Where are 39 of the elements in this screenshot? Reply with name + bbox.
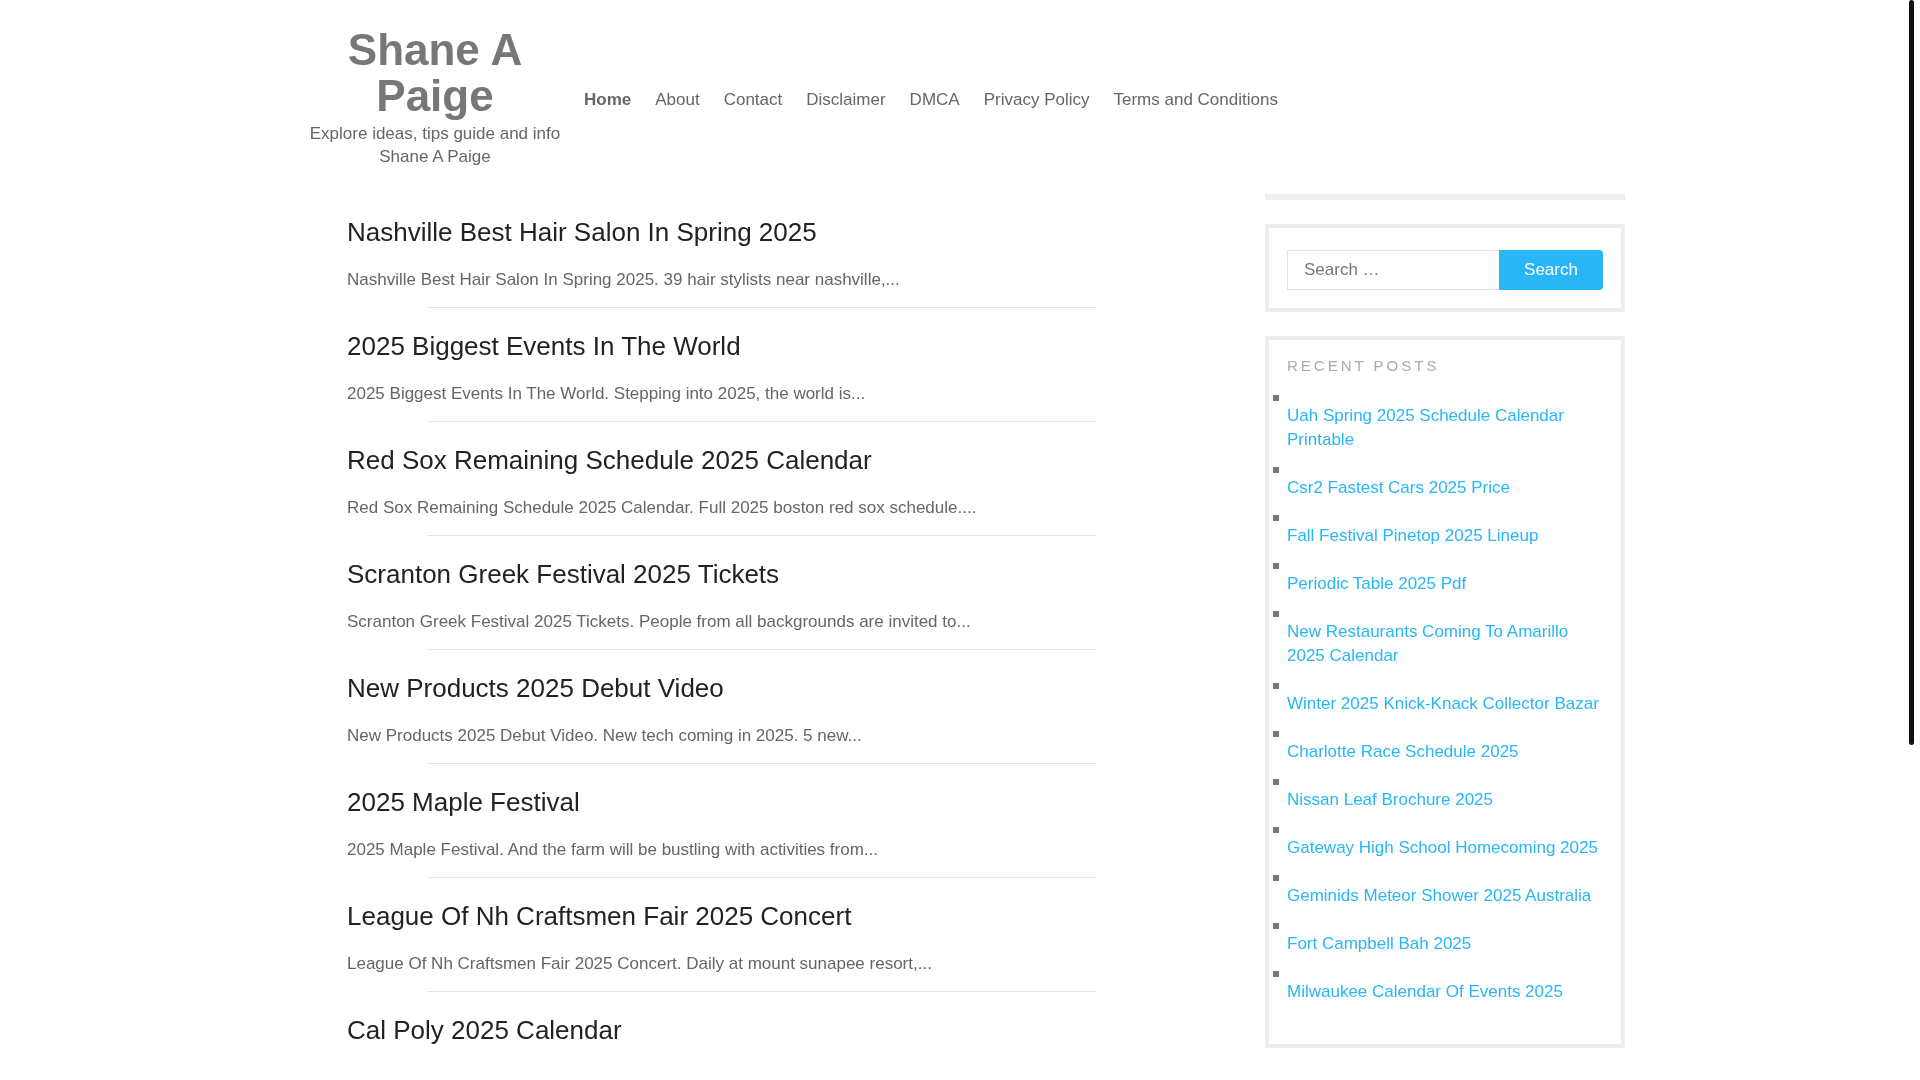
bullet-icon <box>1273 611 1279 617</box>
post-excerpt: 2025 Maple Festival. And the farm will be bustling with activities from... <box>347 839 878 861</box>
bullet-icon <box>1273 971 1279 977</box>
bullet-icon <box>1273 731 1279 737</box>
post-title-link[interactable]: 2025 Maple Festival <box>347 787 580 818</box>
nav-link[interactable]: Contact <box>723 88 783 112</box>
post-title-link[interactable]: Scranton Greek Festival 2025 Tickets <box>347 559 780 590</box>
bullet-icon <box>1273 515 1279 521</box>
bullet-icon <box>1273 395 1279 401</box>
bullet-icon <box>1273 875 1279 881</box>
post-excerpt: Nashville Best Hair Salon In Spring 2025. 39 hair stylists near nashville,... <box>347 269 900 291</box>
post-excerpt: New Products 2025 Debut Video. New tech coming in 2025. 5 new... <box>347 725 862 747</box>
post-title-link[interactable]: Red Sox Remaining Schedule 2025 Calendar <box>347 445 872 476</box>
nav-link[interactable]: Disclaimer <box>806 88 886 112</box>
post-title-link[interactable]: League Of Nh Craftsmen Fair 2025 Concert <box>347 901 852 932</box>
post-excerpt: League Of Nh Craftsmen Fair 2025 Concert. Daily at mount sunapee resort,... <box>347 953 932 975</box>
widget-heading: RECENT POSTS <box>1287 356 1441 376</box>
nav-link[interactable]: DMCA <box>909 88 960 112</box>
bullet-icon <box>1273 563 1279 569</box>
post-excerpt: 2025 Biggest Events In The World. Stepping into 2025, the world is... <box>347 383 866 405</box>
nav-link[interactable]: About <box>655 88 700 112</box>
post-title-link[interactable]: New Products 2025 Debut Video <box>347 673 724 704</box>
bullet-icon <box>1273 683 1279 689</box>
bullet-icon <box>1273 827 1279 833</box>
search-field[interactable]: Search … <box>1287 250 1499 290</box>
post-title-link[interactable]: Nashville Best Hair Salon In Spring 2025 <box>347 217 817 248</box>
nav-link[interactable]: Home <box>584 88 632 112</box>
site-title[interactable]: Shane A Paige <box>290 27 580 119</box>
scrollbar-thumb[interactable] <box>1909 0 1914 745</box>
post-title-link[interactable]: 2025 Biggest Events In The World <box>347 331 741 362</box>
bullet-icon <box>1273 467 1279 473</box>
post-title-link[interactable]: Cal Poly 2025 Calendar <box>347 1015 622 1046</box>
site-tagline: Explore ideas, tips guide and info Shane A Paige <box>308 123 562 168</box>
nav-link[interactable]: Terms and Conditions <box>1113 88 1278 112</box>
bullet-icon <box>1273 779 1279 785</box>
post-excerpt: Scranton Greek Festival 2025 Tickets. People from all backgrounds are invited to... <box>347 611 971 633</box>
post-excerpt: Red Sox Remaining Schedule 2025 Calendar. Full 2025 boston red sox schedule.... <box>347 497 977 519</box>
nav-link[interactable]: Privacy Policy <box>983 88 1090 112</box>
bullet-icon <box>1273 923 1279 929</box>
